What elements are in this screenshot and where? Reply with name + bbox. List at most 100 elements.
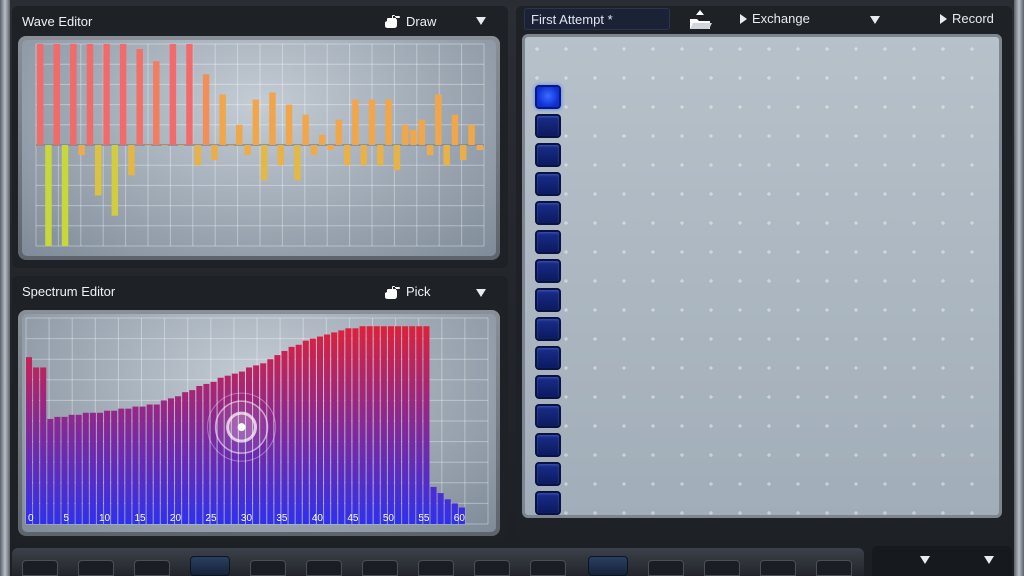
wave-bar[interactable] xyxy=(377,145,384,166)
spectrum-bar[interactable] xyxy=(75,414,82,524)
wave-bar[interactable] xyxy=(343,145,351,166)
wave-bar[interactable] xyxy=(252,99,260,145)
spectrum-bar[interactable] xyxy=(352,328,359,524)
spectrum-bar[interactable] xyxy=(402,326,409,524)
wavetable-slot[interactable] xyxy=(535,143,561,167)
wavetable-slot[interactable] xyxy=(535,85,561,109)
wave-bar[interactable] xyxy=(161,145,168,146)
spectrum-bar[interactable] xyxy=(167,398,174,524)
wave-bar[interactable] xyxy=(70,44,77,145)
control-key[interactable] xyxy=(362,560,398,576)
wave-bar[interactable] xyxy=(236,124,243,145)
exchange-button[interactable]: Exchange xyxy=(740,11,810,26)
wave-bar[interactable] xyxy=(335,119,343,145)
spectrum-display[interactable]: 0 5 10 15 20 25 30 35 40 45 50 55 60 xyxy=(22,314,496,532)
control-key[interactable] xyxy=(78,560,114,576)
spectrum-bar[interactable] xyxy=(309,338,316,524)
wave-bar[interactable] xyxy=(269,92,276,145)
wave-bar[interactable] xyxy=(94,145,102,196)
wave-bar[interactable] xyxy=(318,134,326,145)
wave-bar[interactable] xyxy=(468,124,475,145)
wave-bar[interactable] xyxy=(327,145,334,151)
wave-bar[interactable] xyxy=(451,114,459,145)
wave-bar[interactable] xyxy=(177,145,185,146)
wavetable-slot[interactable] xyxy=(535,114,561,138)
pick-cursor-icon[interactable] xyxy=(237,423,246,432)
spectrum-bar[interactable] xyxy=(295,344,302,524)
wave-bar[interactable] xyxy=(352,99,359,145)
wave-bar[interactable] xyxy=(443,145,450,166)
wave-bar[interactable] xyxy=(401,124,409,145)
dropdown-arrow-icon[interactable] xyxy=(476,17,486,25)
spectrum-bar[interactable] xyxy=(104,410,111,524)
spectrum-bar[interactable] xyxy=(423,326,430,524)
wave-bar[interactable] xyxy=(103,44,110,145)
wave-bar[interactable] xyxy=(61,145,69,246)
wavetable-slot[interactable] xyxy=(535,259,561,283)
wave-bar[interactable] xyxy=(460,145,467,161)
spectrum-bar[interactable] xyxy=(96,412,103,524)
control-key[interactable] xyxy=(760,560,796,576)
spectrum-bar[interactable] xyxy=(373,326,380,524)
wavetable-slot[interactable] xyxy=(535,288,561,312)
spectrum-bar[interactable] xyxy=(210,381,217,524)
spectrum-bar[interactable] xyxy=(302,340,309,524)
spectrum-bar[interactable] xyxy=(437,493,444,524)
wave-bar[interactable] xyxy=(418,119,426,145)
spectrum-bar[interactable] xyxy=(203,383,210,524)
control-key[interactable] xyxy=(704,560,740,576)
wavetable-slot[interactable] xyxy=(535,172,561,196)
wave-bar[interactable] xyxy=(111,145,119,216)
spectrum-bar[interactable] xyxy=(359,326,366,524)
wave-bar[interactable] xyxy=(219,94,226,146)
spectrum-bar[interactable] xyxy=(160,400,167,524)
record-button[interactable]: Record xyxy=(940,11,994,26)
wave-bar[interactable] xyxy=(385,99,392,145)
spectrum-bar[interactable] xyxy=(61,416,68,524)
wave-bar[interactable] xyxy=(86,44,94,145)
spectrum-bar[interactable] xyxy=(68,414,75,524)
wave-bar[interactable] xyxy=(302,114,309,145)
wave-bar[interactable] xyxy=(360,145,367,166)
spectrum-bar[interactable] xyxy=(182,392,189,524)
control-knob[interactable] xyxy=(588,556,628,576)
spectrum-bar[interactable] xyxy=(288,346,295,524)
spectrum-bar[interactable] xyxy=(26,357,33,524)
wave-bar[interactable] xyxy=(476,145,484,151)
wave-bar[interactable] xyxy=(393,145,401,171)
wave-bar[interactable] xyxy=(368,99,376,145)
control-key[interactable] xyxy=(22,560,58,576)
spectrum-bar[interactable] xyxy=(274,355,281,524)
dropdown-arrow-icon[interactable] xyxy=(476,289,486,297)
wave-bar[interactable] xyxy=(194,145,202,166)
spectrum-bar[interactable] xyxy=(132,406,139,524)
wave-bar[interactable] xyxy=(244,145,251,156)
folder-icon[interactable] xyxy=(688,10,712,30)
dropdown-arrow-icon[interactable] xyxy=(920,556,930,564)
wavetable-slot[interactable] xyxy=(535,230,561,254)
wavetable-slot[interactable] xyxy=(535,404,561,428)
spectrum-bar[interactable] xyxy=(111,410,118,524)
wave-bar[interactable] xyxy=(78,145,85,156)
control-key[interactable] xyxy=(816,560,852,576)
dropdown-arrow-icon[interactable] xyxy=(984,556,994,564)
spectrum-bar[interactable] xyxy=(54,416,61,524)
spectrum-chart[interactable]: 0 5 10 15 20 25 30 35 40 45 50 55 60 xyxy=(22,314,496,532)
wave-bar[interactable] xyxy=(227,145,235,146)
spectrum-bar[interactable] xyxy=(146,404,153,524)
wavetable-grid[interactable] xyxy=(522,34,1002,518)
spectrum-bar[interactable] xyxy=(345,328,352,524)
spectrum-bar[interactable] xyxy=(281,350,288,524)
spectrum-bar[interactable] xyxy=(366,326,373,524)
draw-tool-button[interactable]: Draw xyxy=(384,14,436,29)
spectrum-bar[interactable] xyxy=(139,406,146,524)
spectrum-bar[interactable] xyxy=(395,326,402,524)
wave-bar[interactable] xyxy=(435,94,442,146)
wave-bar[interactable] xyxy=(202,74,210,145)
wave-bar[interactable] xyxy=(310,145,318,156)
wave-bar[interactable] xyxy=(277,145,284,166)
wavetable-slot[interactable] xyxy=(535,346,561,370)
control-key[interactable] xyxy=(134,560,170,576)
wavetable-slot[interactable] xyxy=(535,491,561,515)
wave-bar[interactable] xyxy=(260,145,268,181)
